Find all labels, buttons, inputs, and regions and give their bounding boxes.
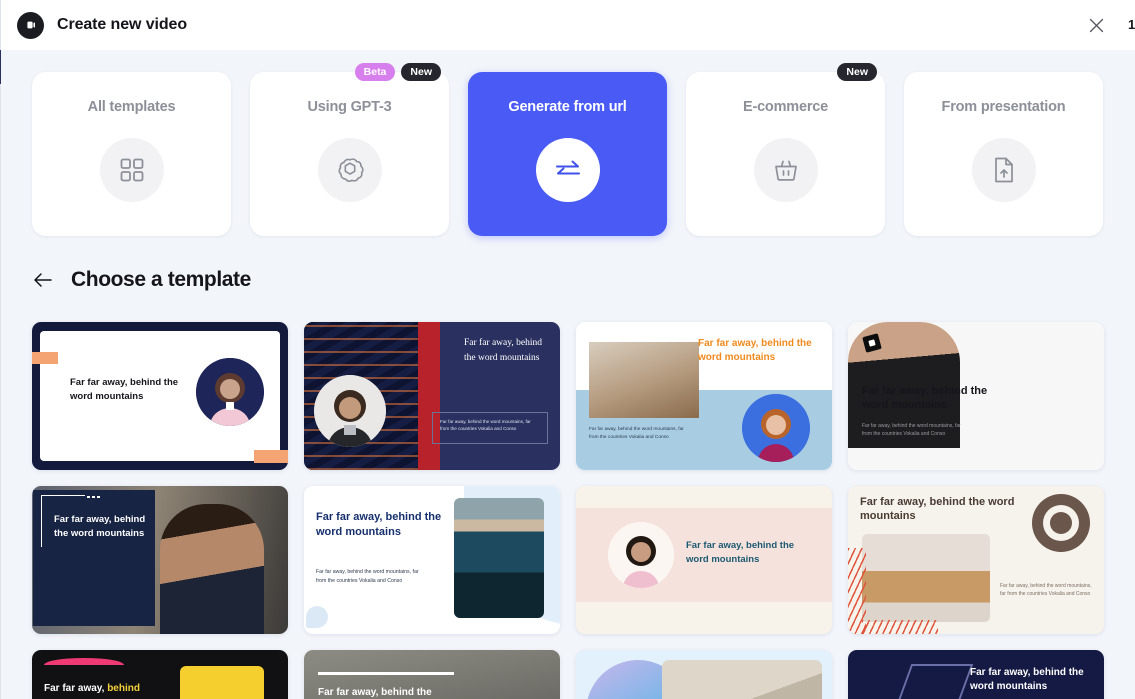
openai-icon [317, 138, 382, 202]
badge-group: New [837, 63, 877, 81]
template-card-10[interactable]: Far far away, behind the word mountains [304, 650, 560, 699]
interior-photo [589, 342, 699, 418]
create-video-modal: Create new video 1 All templates Beta Ne… [0, 0, 1135, 699]
grid-icon [99, 138, 164, 202]
template-card-11[interactable]: Far far away, [576, 650, 832, 699]
template-card-12[interactable]: Far far away, behind the word mountains [848, 650, 1104, 699]
status-badge-new: New [837, 63, 877, 81]
avatar [742, 394, 810, 462]
avatar [196, 358, 264, 426]
mode-card-from-presentation[interactable]: From presentation [904, 72, 1103, 236]
accent-block [180, 666, 264, 699]
heading-accent: behind [107, 683, 140, 694]
page-title: Create new video [57, 16, 188, 33]
mode-card-all-templates[interactable]: All templates [32, 72, 231, 236]
close-icon[interactable] [1083, 12, 1109, 38]
mode-label: E-commerce [742, 99, 829, 115]
template-heading: Far far away, behind [44, 682, 174, 696]
squiggle-decoration [44, 658, 124, 665]
template-heading: Far far away, behind the word mountains [862, 385, 988, 412]
modal-header: Create new video 1 [0, 0, 1135, 50]
status-badge-new: New [401, 63, 441, 81]
template-card-6[interactable]: Far far away, behind the word mountains … [304, 486, 560, 634]
accent-block-right [254, 450, 288, 463]
geometric-decoration [888, 664, 974, 699]
template-heading: Far far away, behind the word mountains [860, 496, 1015, 523]
template-card-2[interactable]: Far far away, behind the word mountains … [304, 322, 560, 470]
person-photo [160, 504, 264, 634]
template-body: Far far away, behind the word mountains,… [316, 569, 419, 584]
mode-card-ecommerce[interactable]: New E-commerce [686, 63, 885, 236]
avatar [608, 522, 674, 588]
template-card-5[interactable]: Far far away, behind the word mountains [32, 486, 288, 634]
mode-label: Using GPT-3 [307, 99, 392, 115]
shopping-basket-icon [753, 138, 818, 202]
avatar [314, 375, 386, 447]
template-body: Far far away, behind the word mountains,… [432, 412, 548, 444]
mode-card-row: All templates Beta New Using GPT-3 Gener… [0, 50, 1135, 236]
template-heading: Far far away, behind the word mountains [686, 540, 795, 565]
section-header: Choose a template [32, 268, 251, 292]
template-card-8[interactable]: Far far away, behind the word mountains … [848, 486, 1104, 634]
shape-decoration-small [306, 606, 328, 628]
dots-decoration [87, 496, 101, 498]
template-heading: Far far away, behind the word mountains [54, 514, 146, 540]
left-edge-accent [0, 50, 1, 84]
template-heading: Far far away, behind the word mountains [316, 511, 442, 538]
template-card-4[interactable]: Far far away, behind the word mountains … [848, 322, 1104, 470]
template-heading: Far far away, behind the word mountains [698, 338, 812, 363]
status-badge-beta: Beta [354, 63, 396, 81]
section-title: Choose a template [71, 268, 251, 291]
accent-block-left [32, 352, 58, 364]
left-edge-rule [0, 0, 1, 699]
edge-cut-glyph: 1 [1128, 17, 1135, 32]
aerial-photo [454, 498, 544, 618]
rule-decoration [318, 672, 454, 675]
heading-pre: Far far away, [44, 683, 108, 694]
rings-decoration [1032, 494, 1090, 552]
arrow-left-icon[interactable] [32, 269, 54, 291]
file-upload-icon [971, 138, 1036, 202]
hatch-decoration-bottom [862, 620, 938, 634]
template-heading: Far far away, behind the word mountains [464, 338, 542, 363]
template-card-9[interactable]: Far far away, behind [32, 650, 288, 699]
template-card-3[interactable]: Far far away, behind the word mountains … [576, 322, 832, 470]
video-logo-icon [17, 11, 44, 39]
template-heading: Far far away, behind the word mountains [970, 667, 1084, 692]
template-grid: Far far away, behind the word mountains [32, 322, 1112, 699]
mode-label: From presentation [941, 99, 1066, 115]
shelf-photo [862, 534, 990, 622]
mode-card-using-gpt3[interactable]: Beta New Using GPT-3 [250, 63, 449, 236]
template-card-1[interactable]: Far far away, behind the word mountains [32, 322, 288, 470]
template-body: Far far away, behind the word mountains,… [1000, 583, 1092, 598]
template-card-7[interactable]: Far far away, behind the word mountains [576, 486, 832, 634]
overhead-photo [662, 660, 822, 699]
template-heading: Far far away, behind the word mountains [70, 377, 179, 402]
template-body: Far far away, behind the word mountains,… [862, 423, 961, 437]
template-heading: Far far away, behind the word mountains [318, 687, 432, 698]
swap-arrows-icon [535, 138, 600, 202]
template-body: Far far away, behind the word mountains,… [589, 427, 684, 440]
mode-label: All templates [87, 99, 176, 115]
mode-label: Generate from url [508, 99, 627, 115]
accent-stripe [418, 322, 440, 470]
badge-group: Beta New [354, 63, 441, 81]
mode-card-generate-from-url[interactable]: Generate from url [468, 72, 667, 236]
